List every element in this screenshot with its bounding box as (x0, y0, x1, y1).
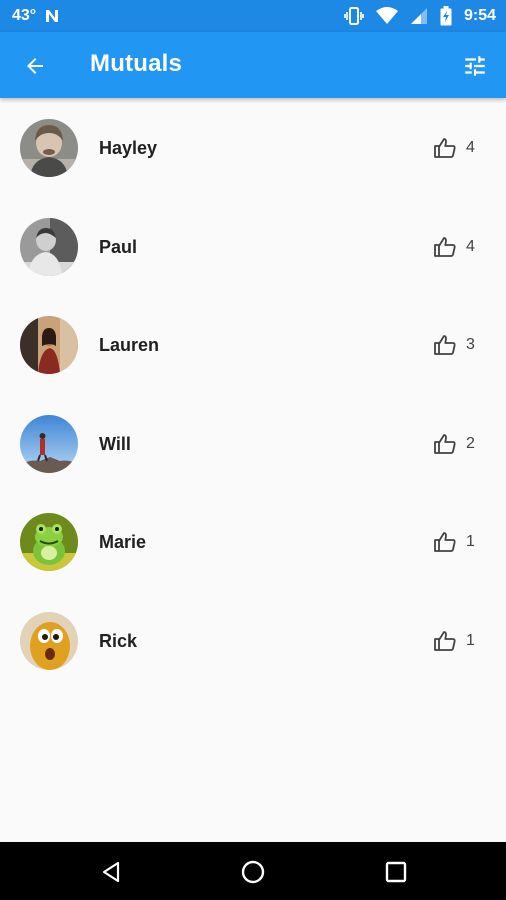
person-name: Rick (99, 630, 138, 651)
thumbs-up-icon (434, 236, 456, 257)
person-name: Paul (99, 236, 138, 257)
like-button[interactable] (432, 629, 458, 653)
avatar[interactable] (20, 611, 78, 670)
thumbs-up-icon (434, 138, 456, 158)
like-count: 1 (466, 631, 475, 649)
clock-time: 9:54 (463, 7, 496, 24)
status-bar: 43° 9:54 (0, 0, 506, 32)
back-button[interactable] (20, 51, 50, 81)
tune-sliders-icon (465, 56, 485, 76)
app-bar: Mutuals (0, 32, 506, 98)
like-count: 4 (466, 237, 475, 255)
cell-signal-icon (410, 7, 428, 25)
like-button[interactable] (432, 136, 458, 160)
list-item[interactable]: Rick 1 (0, 591, 506, 690)
avatar[interactable] (20, 217, 78, 276)
like-count: 1 (466, 533, 475, 550)
like-button[interactable] (432, 333, 458, 357)
list-item[interactable]: Hayley 4 (0, 98, 506, 197)
nav-back-button[interactable] (95, 856, 127, 888)
mutuals-list: Hayley 4 Paul 4 Lauren 3 Will 2 Marie 1 … (0, 98, 506, 689)
thumbs-up-icon (434, 630, 456, 651)
like-count: 3 (466, 336, 475, 353)
notification-n-icon (44, 8, 60, 24)
thumbs-up-icon (434, 335, 456, 355)
wifi-icon (375, 7, 398, 25)
person-name: Will (99, 433, 131, 454)
avatar[interactable] (20, 316, 78, 374)
avatar[interactable] (20, 119, 78, 177)
back-triangle-icon (102, 861, 120, 883)
page-title: Mutuals (90, 50, 183, 77)
list-item[interactable]: Paul 4 (0, 197, 506, 296)
nav-home-button[interactable] (237, 856, 269, 888)
list-item[interactable]: Will 2 (0, 394, 506, 493)
person-name: Hayley (99, 138, 158, 158)
avatar[interactable] (20, 513, 78, 571)
person-name: Marie (99, 532, 147, 552)
vibrate-icon (344, 7, 364, 25)
thumbs-up-icon (434, 532, 456, 552)
person-name: Lauren (99, 335, 160, 355)
nav-recents-button[interactable] (380, 856, 412, 888)
system-nav-bar (0, 842, 506, 900)
recents-square-icon (385, 861, 407, 883)
like-button[interactable] (432, 235, 458, 259)
like-count: 2 (466, 434, 475, 452)
list-item[interactable]: Marie 1 (0, 492, 506, 591)
filter-button[interactable] (460, 51, 490, 81)
arrow-back-icon (27, 58, 43, 74)
temperature: 43° (12, 7, 37, 24)
like-button[interactable] (432, 432, 458, 456)
thumbs-up-icon (434, 433, 456, 454)
like-count: 4 (466, 139, 475, 156)
avatar[interactable] (20, 414, 78, 473)
home-circle-icon (241, 860, 265, 884)
list-item[interactable]: Lauren 3 (0, 295, 506, 394)
battery-icon (440, 6, 452, 26)
like-button[interactable] (432, 530, 458, 554)
